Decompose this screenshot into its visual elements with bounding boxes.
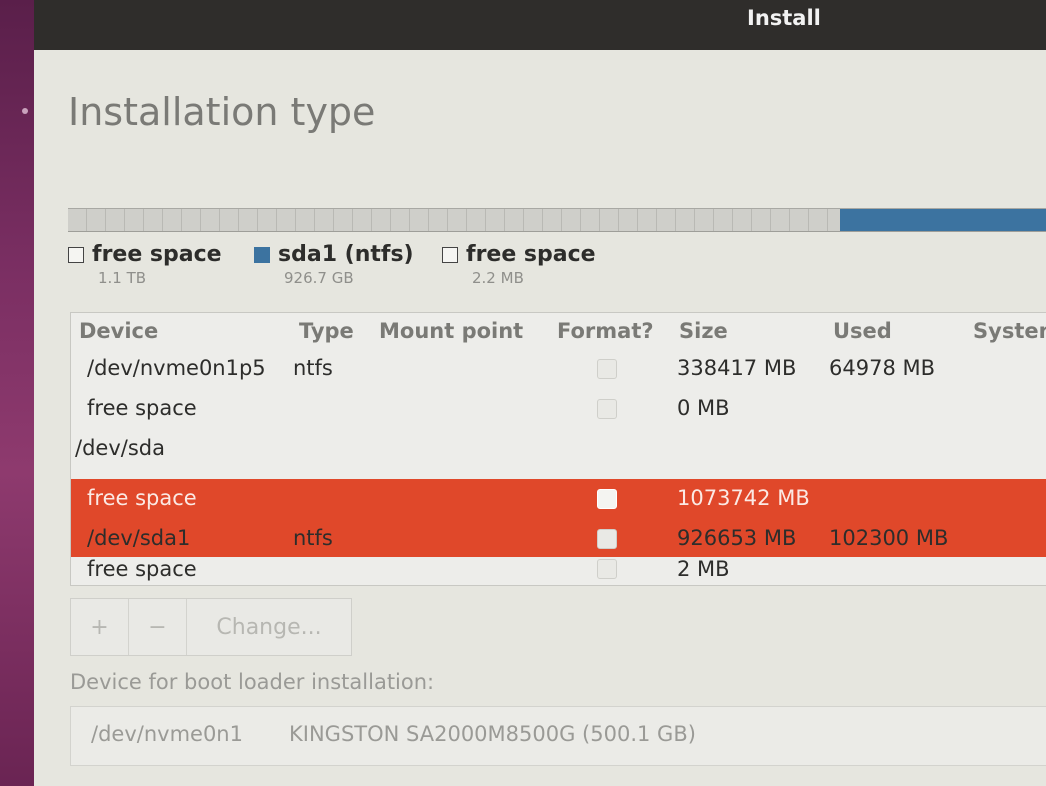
column-header-system[interactable]: System [973,319,1046,343]
remove-partition-button[interactable]: − [129,599,187,655]
partition-button-group: + − Change... [70,598,352,656]
cell-size: 2 MB [677,557,730,581]
add-partition-button[interactable]: + [71,599,129,655]
legend-swatch-icon [68,246,84,263]
table-row-selected[interactable]: free space 1073742 MB [71,479,1046,519]
cell-device: /dev/sda1 [87,526,191,550]
cell-size: 0 MB [677,396,730,420]
partition-legend: free space 1.1 TB sda1 (ntfs) 926.7 GB f… [68,242,1046,290]
legend-item-sda1: sda1 (ntfs) 926.7 GB [254,242,414,287]
table-row[interactable]: free space 2 MB [71,557,1046,585]
cell-type: ntfs [293,526,333,550]
cell-size: 926653 MB [677,526,797,550]
desktop-background [0,0,34,786]
cell-device: /dev/sda [75,436,165,460]
cell-size: 338417 MB [677,356,797,380]
cell-device: free space [87,557,197,581]
table-row[interactable]: /dev/sda [71,429,1046,469]
format-checkbox[interactable] [597,529,617,549]
table-row[interactable]: /dev/sda1 ntfs 926653 MB 102300 MB [71,519,1046,559]
column-header-used[interactable]: Used [833,319,892,343]
table-row[interactable]: free space 0 MB [71,389,1046,429]
cell-size: 1073742 MB [677,486,810,510]
legend-size: 926.7 GB [284,269,354,287]
format-checkbox[interactable] [597,559,617,579]
cell-used: 64978 MB [829,356,936,380]
legend-size: 2.2 MB [472,269,524,287]
column-header-device[interactable]: Device [79,319,158,343]
column-header-type[interactable]: Type [299,319,354,343]
installer-window: Installation type free space 1.1 TB sda1… [34,50,1046,786]
partition-bar [68,208,1046,232]
legend-swatch-icon [254,246,270,263]
column-header-format[interactable]: Format? [557,319,654,343]
table-row[interactable]: /dev/nvme0n1p5 ntfs 338417 MB 64978 MB [71,349,1046,389]
cell-device: free space [87,396,197,420]
bootloader-label: Device for boot loader installation: [70,670,435,694]
column-header-mount-point[interactable]: Mount point [379,319,523,343]
cell-type: ntfs [293,356,333,380]
legend-size: 1.1 TB [98,269,147,287]
legend-label: free space [92,242,222,267]
legend-swatch-icon [442,246,458,263]
format-checkbox[interactable] [597,399,617,419]
partition-bar-sda1-segment [840,209,1046,231]
format-checkbox[interactable] [597,489,617,509]
legend-label: sda1 (ntfs) [278,242,414,267]
table-header: Device Type Mount point Format? Size Use… [71,313,1046,349]
change-partition-button[interactable]: Change... [187,599,351,655]
window-titlebar: Install [34,0,1046,50]
format-checkbox[interactable] [597,359,617,379]
page-title: Installation type [68,90,376,134]
cell-device: /dev/nvme0n1p5 [87,356,266,380]
bootloader-device-select[interactable]: /dev/nvme0n1 KINGSTON SA2000M8500G (500.… [70,706,1046,766]
bootloader-device: /dev/nvme0n1 [91,722,243,746]
cell-used: 102300 MB [829,526,949,550]
dock-indicator [22,108,28,114]
legend-label: free space [466,242,596,267]
window-title: Install [747,6,821,30]
legend-item-free-space-1: free space 1.1 TB [68,242,222,287]
column-header-size[interactable]: Size [679,319,728,343]
partition-table: Device Type Mount point Format? Size Use… [70,312,1046,586]
legend-item-free-space-2: free space 2.2 MB [442,242,596,287]
cell-device: free space [87,486,197,510]
bootloader-description: KINGSTON SA2000M8500G (500.1 GB) [289,722,696,746]
